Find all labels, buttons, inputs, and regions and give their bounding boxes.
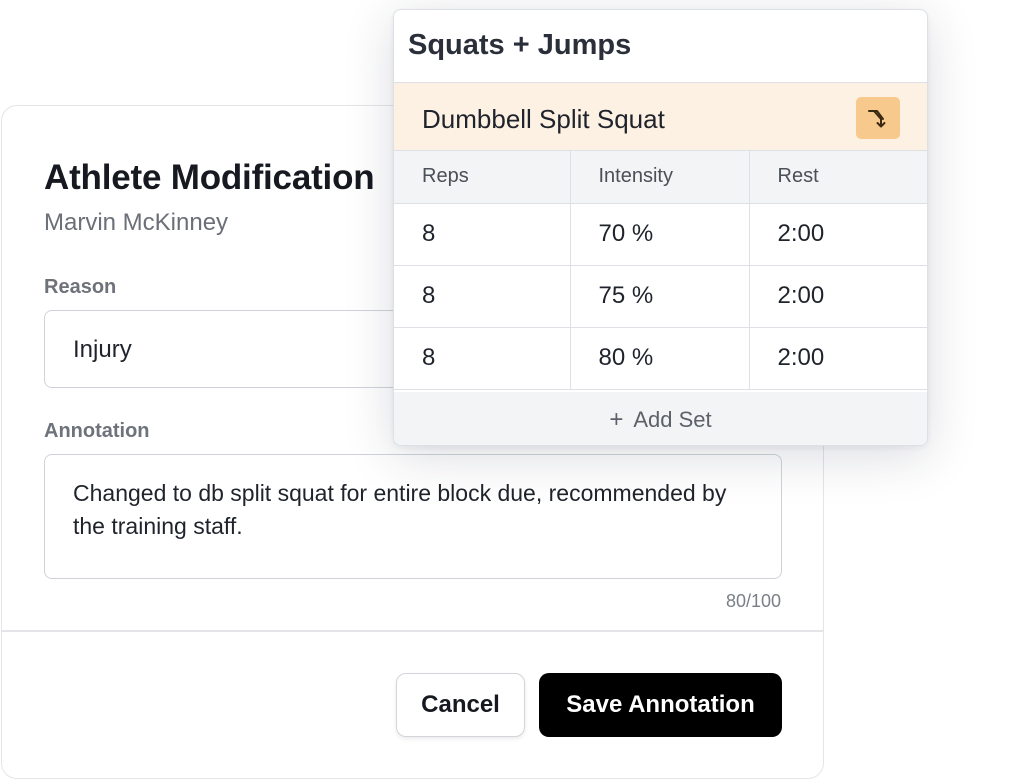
footer-divider (2, 630, 823, 632)
plus-icon: + (609, 405, 624, 433)
set-row: 8 70 % 2:00 (394, 203, 927, 266)
column-header-rest: Rest (749, 151, 927, 204)
save-annotation-button[interactable]: Save Annotation (539, 673, 782, 737)
swap-exercise-button[interactable] (856, 97, 900, 139)
sets-header-row: Reps Intensity Rest (394, 151, 927, 204)
annotation-textarea[interactable]: Changed to db split squat for entire blo… (44, 454, 782, 579)
character-count: 80/100 (725, 591, 781, 611)
cancel-button[interactable]: Cancel (396, 673, 525, 737)
reps-cell[interactable]: 8 (394, 265, 571, 328)
reps-cell[interactable]: 8 (394, 327, 571, 390)
reason-label: Reason (44, 276, 117, 298)
sets-table: Reps Intensity Rest 8 70 % 2:00 8 75 % 2… (394, 151, 927, 390)
swap-arrow-icon (868, 110, 886, 128)
exercise-name: Dumbbell Split Squat (422, 104, 665, 134)
set-row: 8 80 % 2:00 (394, 327, 927, 390)
modification-title: Athlete Modification (44, 158, 375, 197)
set-row: 8 75 % 2:00 (394, 265, 927, 328)
intensity-cell[interactable]: 75 % (570, 265, 750, 328)
rest-cell[interactable]: 2:00 (749, 203, 927, 266)
reps-cell[interactable]: 8 (394, 203, 571, 266)
column-header-reps: Reps (394, 151, 571, 204)
exercise-group-title: Squats + Jumps (408, 29, 632, 61)
stage: Athlete Modification Marvin McKinney Rea… (0, 0, 1014, 780)
athlete-name: Marvin McKinney (44, 209, 229, 236)
exercise-card: Squats + Jumps Dumbbell Split Squat Reps… (393, 9, 928, 446)
reason-value: Injury (73, 336, 132, 363)
exercise-card-header: Squats + Jumps (394, 10, 927, 83)
add-set-label: Add Set (633, 406, 712, 432)
annotation-label: Annotation (44, 420, 150, 442)
intensity-cell[interactable]: 70 % (570, 203, 750, 266)
add-set-button[interactable]: + Add Set (394, 392, 927, 445)
intensity-cell[interactable]: 80 % (570, 327, 750, 390)
exercise-row[interactable]: Dumbbell Split Squat (394, 83, 927, 151)
rest-cell[interactable]: 2:00 (749, 327, 927, 390)
rest-cell[interactable]: 2:00 (749, 265, 927, 328)
column-header-intensity: Intensity (570, 151, 750, 204)
